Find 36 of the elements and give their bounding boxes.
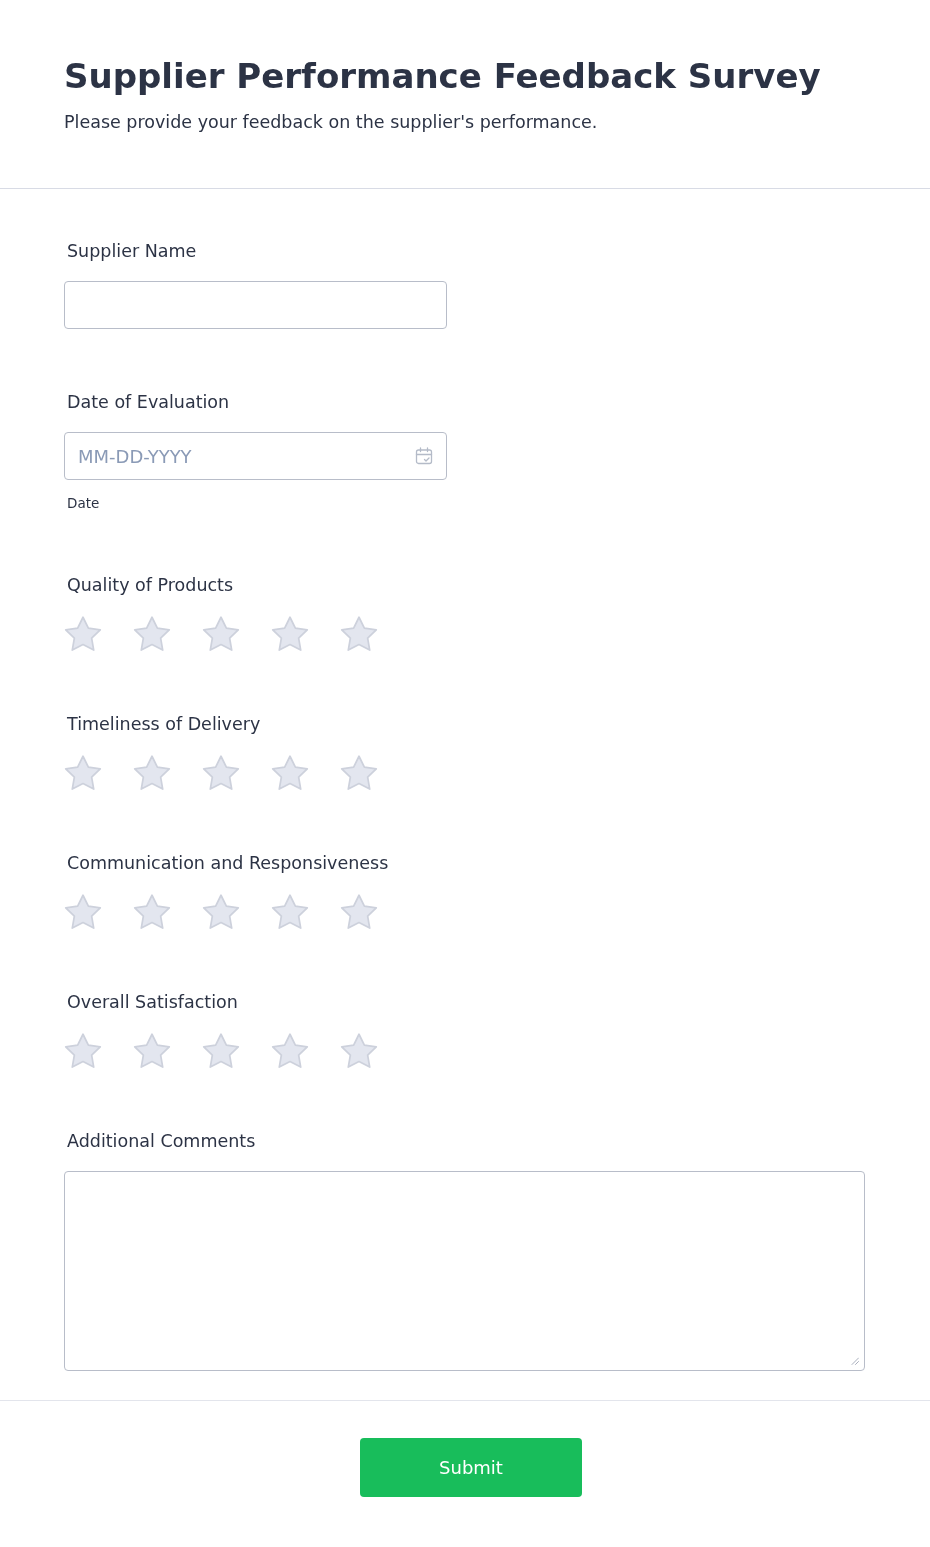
field-label: Additional Comments xyxy=(66,1130,256,1153)
resize-grip-icon[interactable] xyxy=(851,1357,859,1365)
star-icon[interactable] xyxy=(64,754,102,792)
star-icon[interactable] xyxy=(271,1032,309,1070)
star-icon[interactable] xyxy=(133,893,171,931)
star-icon[interactable] xyxy=(271,615,309,653)
star-icon[interactable] xyxy=(340,754,378,792)
calendar-icon[interactable] xyxy=(415,447,433,465)
star-icon[interactable] xyxy=(133,754,171,792)
star-icon[interactable] xyxy=(340,893,378,931)
star-icon[interactable] xyxy=(133,615,171,653)
star-icon[interactable] xyxy=(64,1032,102,1070)
comments-textarea[interactable] xyxy=(64,1171,865,1371)
field-label: Date of Evaluation xyxy=(66,391,230,414)
star-icon[interactable] xyxy=(64,893,102,931)
field-sublabel: Date xyxy=(66,494,100,512)
field-label: Quality of Products xyxy=(66,574,234,597)
star-icon[interactable] xyxy=(133,1032,171,1070)
star-icon[interactable] xyxy=(64,615,102,653)
star-icon[interactable] xyxy=(202,893,240,931)
star-icon[interactable] xyxy=(202,754,240,792)
submit-button[interactable]: Submit xyxy=(360,1438,582,1497)
field-label: Timeliness of Delivery xyxy=(66,713,261,736)
star-icon[interactable] xyxy=(340,615,378,653)
star-icon[interactable] xyxy=(202,615,240,653)
field-label: Supplier Name xyxy=(66,240,197,263)
star-icon[interactable] xyxy=(340,1032,378,1070)
star-icon[interactable] xyxy=(271,754,309,792)
field-label: Communication and Responsiveness xyxy=(66,852,389,875)
text-input[interactable] xyxy=(64,281,447,329)
star-icon[interactable] xyxy=(202,1032,240,1070)
form-title: Supplier Performance Feedback Survey xyxy=(64,55,821,98)
form-subtitle: Please provide your feedback on the supplier's performance. xyxy=(64,111,598,134)
star-icon[interactable] xyxy=(271,893,309,931)
date-input[interactable]: MM-DD-YYYY xyxy=(64,432,447,480)
field-label: Overall Satisfaction xyxy=(66,991,238,1014)
